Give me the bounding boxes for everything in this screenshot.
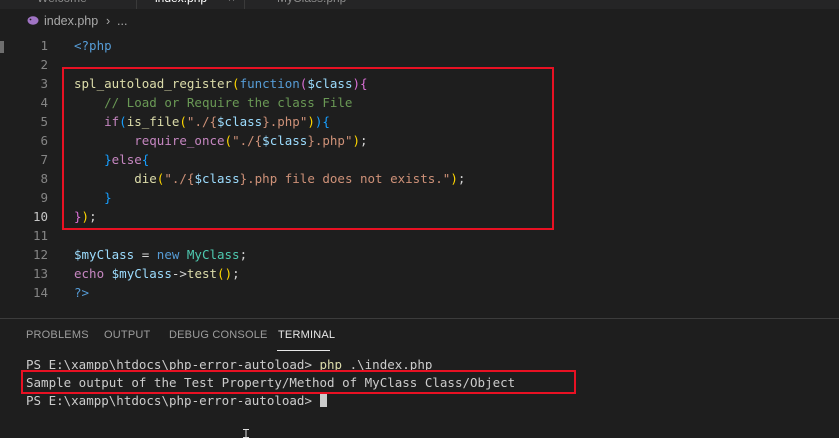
- highlight-box-autoload: [62, 67, 554, 230]
- breadcrumb-file[interactable]: index.php: [44, 14, 98, 28]
- code-token: MyClass: [186, 247, 240, 262]
- code-token: ?>: [74, 285, 90, 300]
- code-line[interactable]: 13 echo $myClass->test();: [0, 264, 839, 283]
- tab-index-php[interactable]: index.php: [155, 0, 207, 9]
- breadcrumb: index.php › ...: [0, 9, 839, 33]
- terminal-prompt: PS E:\xampp\htdocs\php-error-autoload>: [26, 393, 320, 408]
- line-number: 12: [32, 247, 48, 262]
- line-number: 7: [40, 152, 48, 167]
- line-number: 3: [40, 76, 48, 91]
- line-number: 10: [32, 209, 48, 224]
- code-line[interactable]: 12 $myClass = new MyClass;: [0, 245, 839, 264]
- code-token: ->: [171, 266, 187, 281]
- terminal-cursor: [319, 393, 327, 407]
- panel-tab-output[interactable]: OUTPUT: [104, 329, 150, 341]
- line-number: 14: [32, 285, 48, 300]
- tab-divider: [244, 0, 245, 9]
- line-number: 6: [40, 133, 48, 148]
- code-text: echo $myClass->test();: [74, 264, 240, 283]
- line-number: 1: [40, 38, 48, 53]
- php-file-icon: [27, 16, 39, 25]
- breadcrumb-separator: ›: [106, 14, 111, 28]
- line-number: 4: [40, 95, 48, 110]
- code-line[interactable]: 1 <?php: [0, 36, 839, 55]
- line-number: 9: [40, 190, 48, 205]
- line-number: 5: [40, 114, 48, 129]
- code-token: (: [217, 266, 225, 281]
- code-token: $myClass: [111, 266, 172, 281]
- code-token: ;: [239, 247, 248, 262]
- tab-close-icon[interactable]: ×: [228, 0, 235, 5]
- code-token: $myClass: [74, 247, 135, 262]
- code-line[interactable]: 14 ?>: [0, 283, 839, 302]
- bottom-panel: PROBLEMS OUTPUT DEBUG CONSOLE TERMINAL P…: [0, 318, 839, 438]
- line-number: 13: [32, 266, 48, 281]
- code-token: ;: [232, 266, 240, 281]
- code-token: ): [224, 266, 233, 281]
- tab-welcome[interactable]: Welcome: [37, 0, 87, 9]
- terminal-line-prompt[interactable]: PS E:\xampp\htdocs\php-error-autoload>: [26, 392, 327, 410]
- line-number: 2: [40, 57, 48, 72]
- active-tab-indicator: [277, 350, 330, 351]
- code-token: <?php: [74, 38, 112, 53]
- panel-tab-problems[interactable]: PROBLEMS: [26, 329, 89, 341]
- panel-tab-terminal[interactable]: TERMINAL: [278, 329, 335, 341]
- code-token: =: [134, 247, 157, 262]
- code-token: test: [186, 266, 218, 281]
- code-text: ?>: [74, 283, 89, 302]
- code-text: $myClass = new MyClass;: [74, 245, 247, 264]
- breadcrumb-more[interactable]: ...: [117, 14, 127, 28]
- tab-divider: [136, 0, 137, 9]
- tab-myclass-php[interactable]: MyClass.php: [277, 0, 346, 9]
- panel-tab-debug-console[interactable]: DEBUG CONSOLE: [169, 329, 268, 341]
- code-token: new: [156, 247, 180, 262]
- highlight-box-output: [21, 370, 576, 394]
- line-number: 8: [40, 171, 48, 186]
- code-text: <?php: [74, 36, 112, 55]
- editor-tab-bar: Welcome index.php × MyClass.php: [0, 0, 839, 9]
- line-number: 11: [32, 228, 48, 243]
- code-token: echo: [74, 266, 105, 281]
- code-editor[interactable]: 1 <?php 2 3 spl_autoload_register(function($…: [0, 33, 839, 308]
